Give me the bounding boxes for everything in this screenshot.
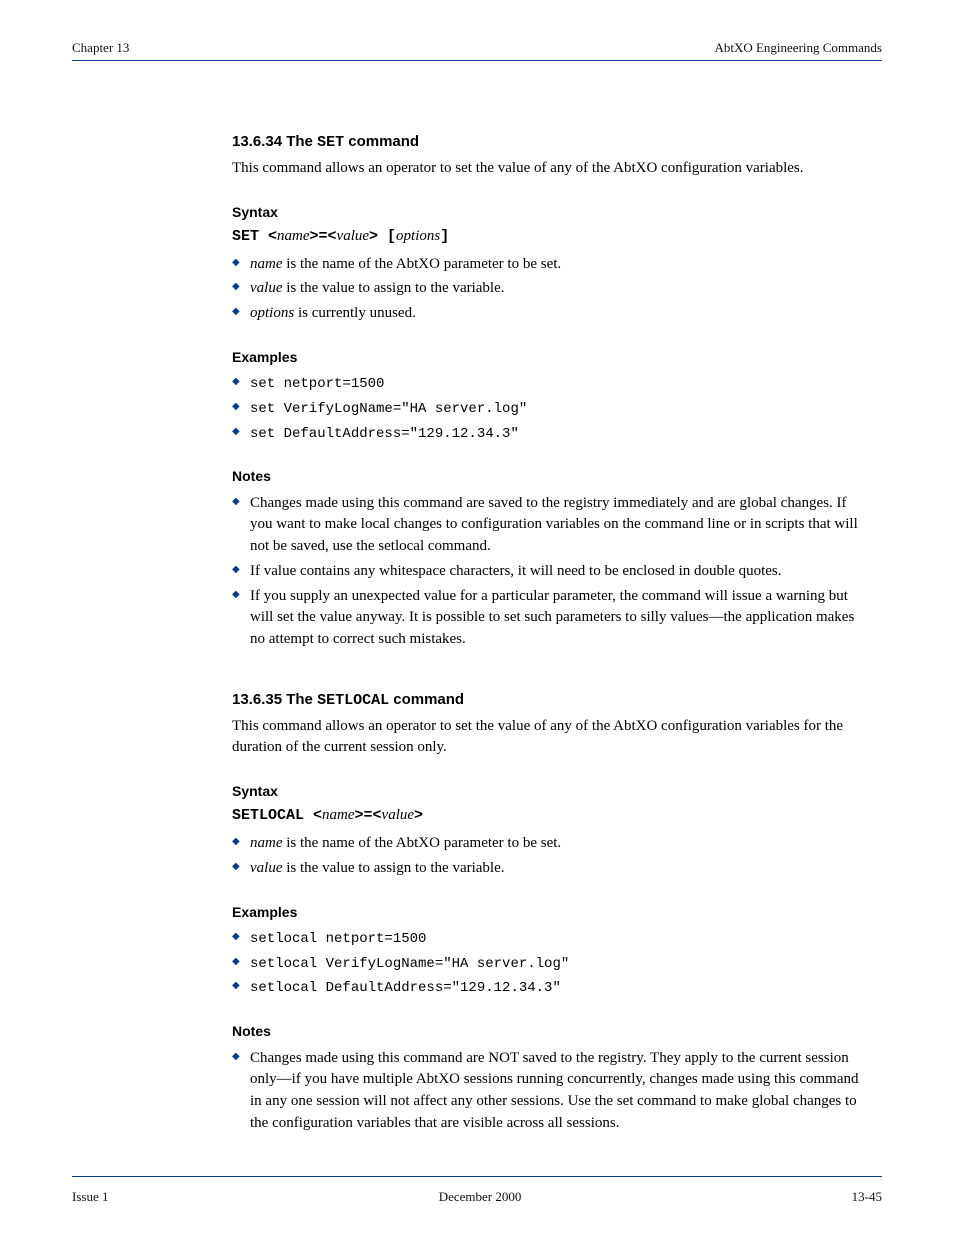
sec1-syn-m1: >=<: [310, 228, 337, 245]
sec2-cmd: SETLOCAL: [317, 692, 389, 709]
sec2-syn-cmd: SETLOCAL <: [232, 807, 322, 824]
header-left: Chapter 13: [72, 40, 129, 56]
arg-text: is the name of the AbtXO parameter to be…: [283, 835, 562, 851]
example-code: setlocal VerifyLogName="HA server.log": [250, 956, 569, 972]
list-item: setlocal DefaultAddress="129.12.34.3": [232, 977, 862, 999]
example-code: set DefaultAddress="129.12.34.3": [250, 426, 519, 442]
list-item: setlocal netport=1500: [232, 928, 862, 950]
sec1-syn-end: ]: [440, 228, 449, 245]
sec2-syn-m1: >=<: [355, 807, 382, 824]
footer-center: December 2000: [439, 1189, 522, 1205]
list-item: Changes made using this command are save…: [232, 493, 862, 558]
arg-name: value: [250, 860, 282, 876]
header-rule: [72, 60, 882, 61]
sec2-syn-end: >: [414, 807, 423, 824]
note-text: Changes made using this command are NOT …: [250, 1050, 859, 1131]
sec1-syn-m2: > [: [369, 228, 396, 245]
sec2-notes-label: Notes: [232, 1021, 862, 1041]
example-code: setlocal DefaultAddress="129.12.34.3": [250, 980, 561, 996]
sec1-notes-label: Notes: [232, 466, 862, 486]
sec1-syn-p3: options: [396, 228, 440, 244]
sec2-syn-p2: value: [382, 807, 414, 823]
sec2-prefix: 13.6.35 The: [232, 691, 317, 708]
footer-right: 13-45: [852, 1189, 882, 1205]
sec2-arg-list: name is the name of the AbtXO parameter …: [232, 833, 862, 880]
arg-text: is the value to assign to the variable.: [282, 860, 504, 876]
page-header: Chapter 13 AbtXO Engineering Commands: [72, 40, 882, 56]
sec2-desc: This command allows an operator to set t…: [232, 716, 862, 760]
footer-rule: [72, 1176, 882, 1177]
arg-name: options: [250, 305, 294, 321]
sec1-heading: 13.6.34 The SET command: [232, 131, 862, 154]
list-item: Changes made using this command are NOT …: [232, 1048, 862, 1135]
list-item: set netport=1500: [232, 373, 862, 395]
example-code: setlocal netport=1500: [250, 931, 426, 947]
list-item: If you supply an unexpected value for a …: [232, 586, 862, 651]
list-item: value is the value to assign to the vari…: [232, 858, 862, 880]
sec1-desc: This command allows an operator to set t…: [232, 158, 862, 180]
list-item: name is the name of the AbtXO parameter …: [232, 833, 862, 855]
list-item: set DefaultAddress="129.12.34.3": [232, 423, 862, 445]
list-item: options is currently unused.: [232, 303, 862, 325]
note-text: Changes made using this command are save…: [250, 495, 858, 555]
sec1-syntax-label: Syntax: [232, 202, 862, 222]
content-area: 13.6.34 The SET command This command all…: [232, 131, 862, 1135]
sec1-syn-cmd: SET <: [232, 228, 277, 245]
sec2-suffix: command: [389, 691, 464, 708]
sec1-syn-p1: name: [277, 228, 310, 244]
sec2-examples-label: Examples: [232, 902, 862, 922]
sec1-syntax: SET <name>=<value> [options]: [232, 226, 862, 248]
list-item: set VerifyLogName="HA server.log": [232, 398, 862, 420]
example-code: set VerifyLogName="HA server.log": [250, 401, 527, 417]
list-item: If value contains any whitespace charact…: [232, 561, 862, 583]
arg-text: is currently unused.: [294, 305, 416, 321]
sec1-examples-label: Examples: [232, 347, 862, 367]
footer-left: Issue 1: [72, 1189, 108, 1205]
arg-name: value: [250, 280, 282, 296]
sec1-notes-list: Changes made using this command are save…: [232, 493, 862, 651]
list-item: value is the value to assign to the vari…: [232, 278, 862, 300]
sec2-heading: 13.6.35 The SETLOCAL command: [232, 689, 862, 712]
sec1-suffix: command: [344, 133, 419, 150]
arg-name: name: [250, 835, 283, 851]
arg-text: is the name of the AbtXO parameter to be…: [283, 256, 562, 272]
page: Chapter 13 AbtXO Engineering Commands 13…: [0, 0, 954, 1235]
sec2-syn-p1: name: [322, 807, 355, 823]
sec1-syn-p2: value: [337, 228, 369, 244]
sec2-notes-list: Changes made using this command are NOT …: [232, 1048, 862, 1135]
sec1-arg-list: name is the name of the AbtXO parameter …: [232, 254, 862, 325]
header-right: AbtXO Engineering Commands: [714, 40, 882, 56]
page-footer: Issue 1 December 2000 13-45: [72, 1189, 882, 1205]
note-text: If you supply an unexpected value for a …: [250, 588, 854, 648]
arg-text: is the value to assign to the variable.: [282, 280, 504, 296]
sec1-examples-list: set netport=1500 set VerifyLogName="HA s…: [232, 373, 862, 444]
note-text: If value contains any whitespace charact…: [250, 563, 781, 579]
sec2-examples-list: setlocal netport=1500 setlocal VerifyLog…: [232, 928, 862, 999]
list-item: setlocal VerifyLogName="HA server.log": [232, 953, 862, 975]
sec2-syntax: SETLOCAL <name>=<value>: [232, 805, 862, 827]
sec2-syntax-label: Syntax: [232, 781, 862, 801]
example-code: set netport=1500: [250, 376, 384, 392]
sec1-prefix: 13.6.34 The: [232, 133, 317, 150]
sec1-cmd: SET: [317, 134, 344, 151]
list-item: name is the name of the AbtXO parameter …: [232, 254, 862, 276]
arg-name: name: [250, 256, 283, 272]
